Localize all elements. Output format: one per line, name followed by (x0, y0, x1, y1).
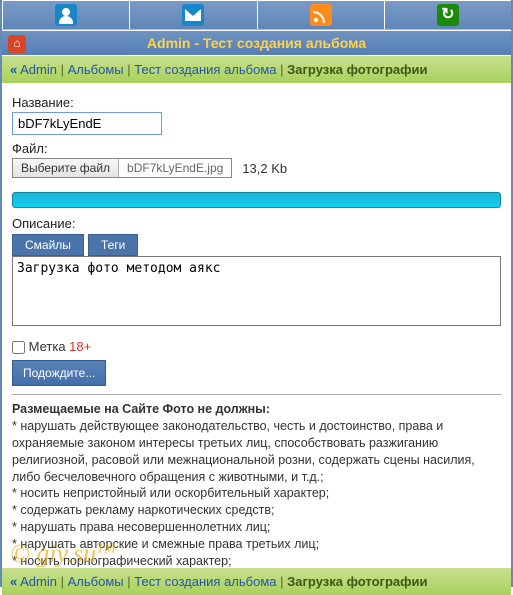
adult-suffix: 18+ (69, 339, 91, 354)
breadcrumb-arrow: « (10, 574, 17, 589)
nav-user[interactable] (2, 0, 129, 29)
nav-mail[interactable] (129, 0, 256, 29)
rules-item: * содержать рекламу наркотических средст… (12, 502, 501, 519)
nav-refresh[interactable] (384, 0, 511, 29)
adult-row: Метка 18+ (12, 339, 501, 354)
breadcrumb-link-album[interactable]: Тест создания альбома (134, 574, 276, 589)
title-bar: Admin - Тест создания альбома (2, 30, 511, 55)
tab-tags[interactable]: Теги (88, 234, 138, 256)
breadcrumb: « Admin | Альбомы | Тест создания альбом… (2, 55, 511, 83)
file-button[interactable]: Выберите файл (13, 159, 119, 177)
rules-header: Размещаемые на Сайте Фото не должны: (12, 401, 501, 418)
rules-item: * нарушать действующее законодательство,… (12, 418, 501, 486)
breadcrumb-link-albums[interactable]: Альбомы (68, 62, 124, 77)
desc-textarea[interactable] (12, 256, 501, 326)
nav-rss[interactable] (257, 0, 384, 29)
user-icon (55, 4, 77, 26)
top-nav (2, 0, 511, 30)
file-label: Файл: (12, 141, 501, 156)
page-title: Admin - Тест создания альбома (10, 35, 503, 51)
breadcrumb-bottom: « Admin | Альбомы | Тест создания альбом… (2, 567, 511, 595)
desc-label: Описание: (12, 216, 501, 231)
rules-item: * нарушать права несовершеннолетних лиц; (12, 519, 501, 536)
rss-icon (310, 4, 332, 26)
rules-item: * носить непристойный или оскорбительный… (12, 485, 501, 502)
breadcrumb-current: Загрузка фотографии (287, 62, 427, 77)
file-size: 13,2 Kb (242, 161, 287, 176)
editor-tabs: Смайлы Теги (12, 234, 501, 256)
wait-button[interactable]: Подождите... (12, 360, 106, 386)
upload-progress (12, 192, 501, 208)
file-name: bDF7kLyEndE.jpg (119, 159, 231, 177)
name-label: Название: (12, 95, 501, 110)
rules: Размещаемые на Сайте Фото не должны: * н… (12, 394, 501, 587)
file-picker[interactable]: Выберите файл bDF7kLyEndE.jpg (12, 158, 232, 178)
adult-checkbox[interactable] (12, 341, 25, 354)
breadcrumb-arrow: « (10, 62, 17, 77)
breadcrumb-link-admin[interactable]: Admin (20, 62, 57, 77)
mail-icon (182, 4, 204, 26)
breadcrumb-link-admin[interactable]: Admin (20, 574, 57, 589)
tab-smiles[interactable]: Смайлы (12, 234, 84, 256)
content: Название: Файл: Выберите файл bDF7kLyEnd… (2, 83, 511, 587)
breadcrumb-current: Загрузка фотографии (287, 574, 427, 589)
adult-label: Метка (29, 339, 70, 354)
breadcrumb-link-album[interactable]: Тест создания альбома (134, 62, 276, 77)
breadcrumb-link-albums[interactable]: Альбомы (68, 574, 124, 589)
refresh-icon (437, 4, 459, 26)
rules-item: * нарушать авторские и смежные права тре… (12, 536, 501, 553)
home-icon[interactable] (8, 35, 26, 53)
name-input[interactable] (12, 112, 162, 135)
